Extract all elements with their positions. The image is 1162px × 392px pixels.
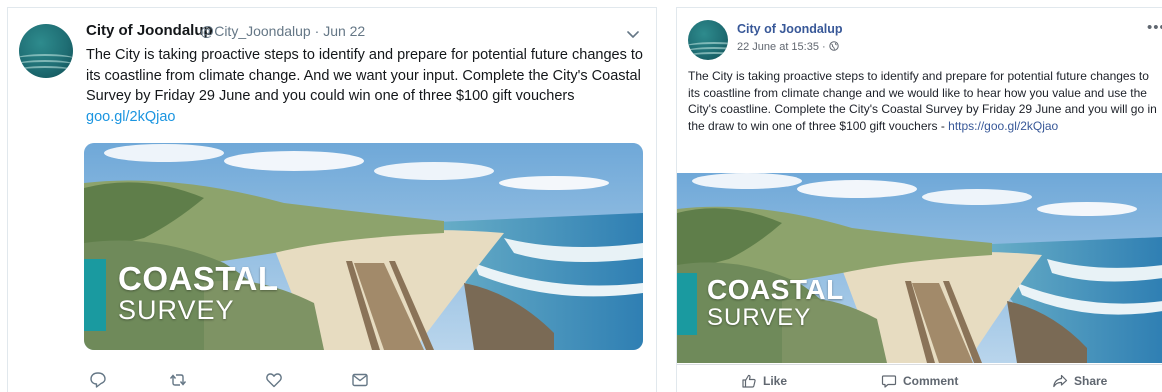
share-button[interactable]: Share [1052, 373, 1107, 389]
badge-subtitle: SURVEY [118, 295, 235, 325]
badge-title: COASTAL [118, 260, 279, 297]
post-image[interactable]: COASTAL SURVEY [677, 173, 1162, 363]
like-label: Like [763, 374, 788, 388]
avatar-wave [19, 66, 73, 76]
tweet-link[interactable]: goo.gl/2kQjao [86, 109, 175, 125]
share-label: Share [1074, 374, 1108, 388]
more-options-icon[interactable]: ••• [1147, 19, 1162, 36]
reply-icon[interactable] [88, 370, 108, 390]
display-name[interactable]: City of Joondalup [86, 22, 213, 39]
tweet-card: City of Joondalup @City_Joondalup · Jun … [7, 7, 657, 392]
chevron-down-icon[interactable] [625, 26, 641, 42]
handle: @City_Joondalup [200, 23, 311, 39]
tweet-date: Jun 22 [323, 23, 366, 39]
comment-label: Comment [903, 374, 959, 388]
globe-icon [829, 41, 839, 51]
tweet-image[interactable]: COASTAL SURVEY [84, 143, 643, 350]
badge-accent [677, 273, 697, 335]
like-button[interactable]: Like [741, 373, 787, 389]
badge-title: COASTAL [707, 274, 844, 305]
avatar-wave [688, 52, 728, 60]
badge-accent [84, 259, 106, 331]
share-icon [1053, 374, 1068, 388]
badge-subtitle: SURVEY [707, 304, 812, 331]
thumbs-up-icon [742, 374, 756, 388]
post-body: The City is taking proactive steps to id… [688, 69, 1157, 133]
post-timestamp[interactable]: 22 June at 15:35 · [737, 41, 826, 53]
like-icon[interactable] [264, 370, 284, 390]
facebook-post-card: City of Joondalup 22 June at 15:35 · •••… [676, 7, 1162, 392]
post-action-bar: Like Comment Share [677, 364, 1162, 392]
handle-and-date[interactable]: @City_Joondalup · Jun 22 [200, 23, 365, 39]
avatar[interactable] [688, 20, 728, 60]
post-link[interactable]: https://goo.gl/2kQjao [948, 119, 1058, 133]
post-text: The City is taking proactive steps to id… [688, 68, 1162, 134]
tweet-text: The City is taking proactive steps to id… [86, 45, 651, 127]
page-name[interactable]: City of Joondalup [737, 22, 843, 36]
coastal-photo [677, 173, 1162, 363]
retweet-icon[interactable] [168, 370, 188, 390]
comment-button[interactable]: Comment [881, 373, 958, 389]
avatar[interactable] [19, 24, 73, 78]
post-meta: 22 June at 15:35 · [737, 41, 839, 53]
tweet-body: The City is taking proactive steps to id… [86, 47, 643, 104]
message-icon[interactable] [350, 370, 370, 390]
comment-icon [881, 375, 897, 388]
